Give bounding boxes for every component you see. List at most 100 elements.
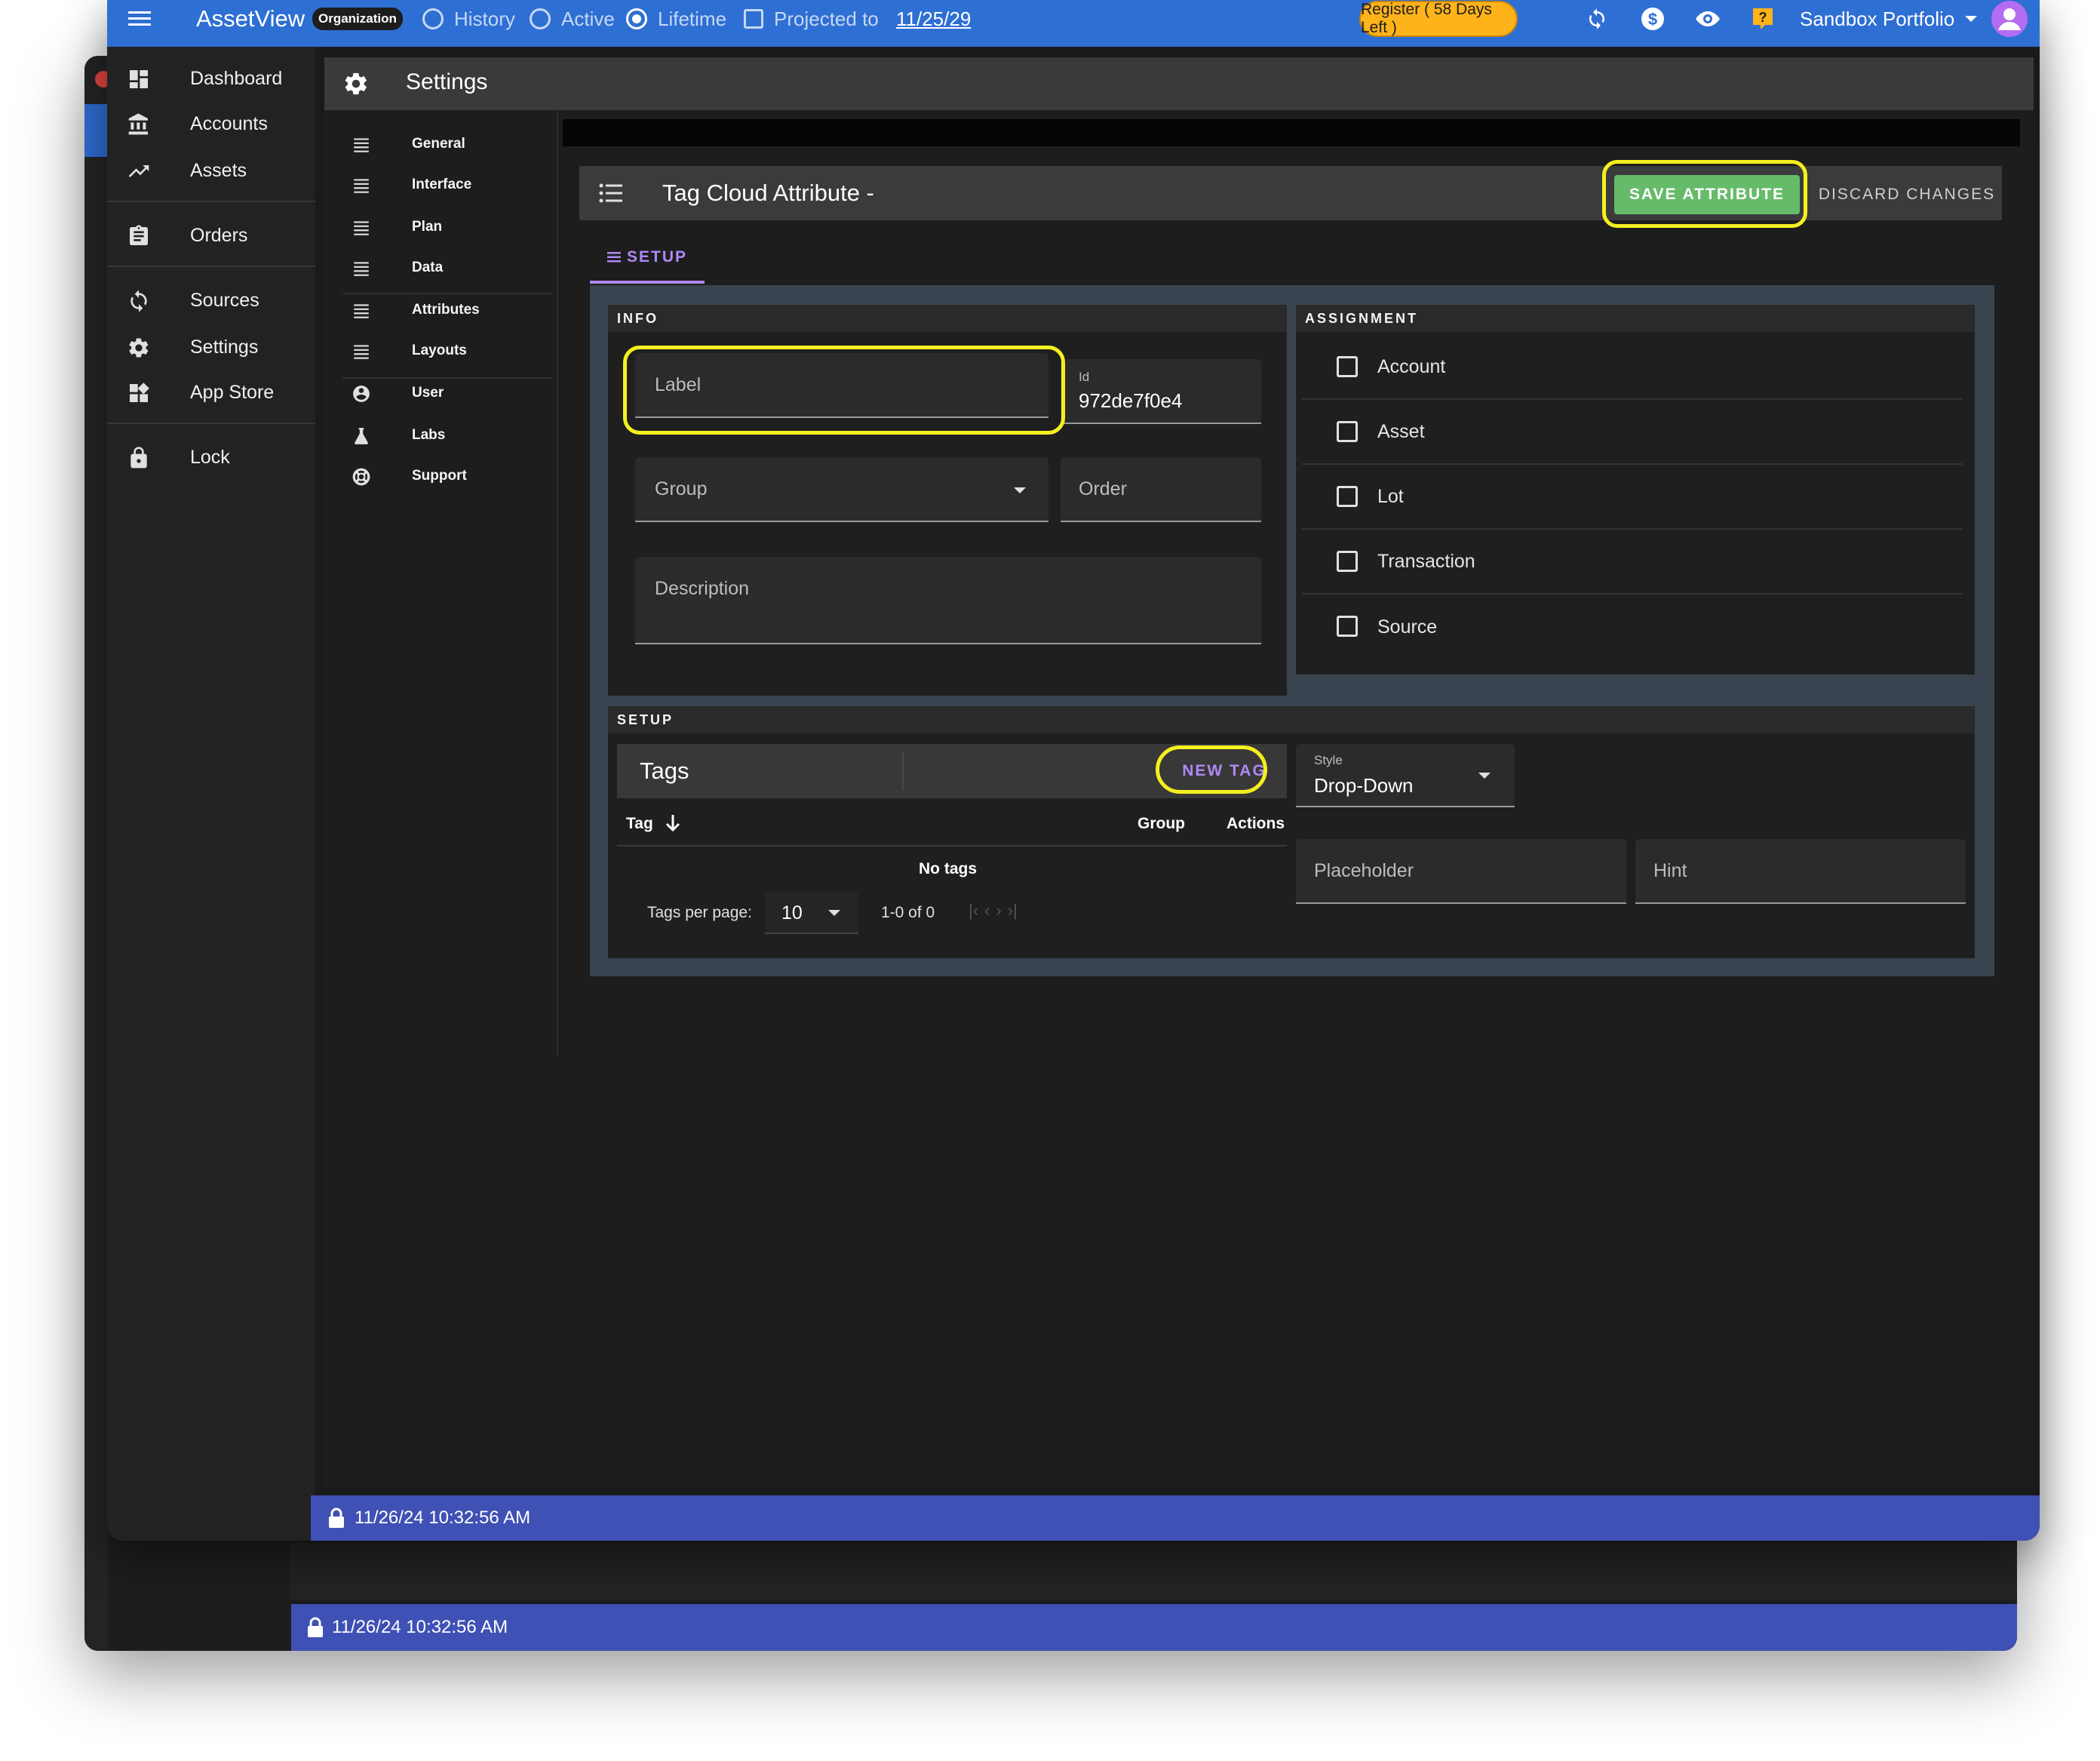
visibility-button[interactable] <box>1694 0 1721 38</box>
clipboard-icon <box>130 225 148 245</box>
sidebar-divider <box>107 201 315 202</box>
settings-menu-label: Layouts <box>412 343 467 358</box>
sidebar: Dashboard Accounts Assets Orders Sources… <box>107 47 315 1541</box>
settings-menu-label: Plan <box>412 219 443 235</box>
history-radio[interactable]: History <box>422 0 515 38</box>
sidebar-item-label: Assets <box>190 159 247 181</box>
active-label: Active <box>561 7 615 30</box>
trending-up-icon <box>128 165 149 177</box>
tab-setup[interactable]: SETUP <box>590 234 705 284</box>
style-select[interactable]: Style Drop-Down <box>1296 744 1515 807</box>
projected-checkbox[interactable]: Projected to <box>744 0 879 38</box>
gear-icon <box>345 72 367 95</box>
dashboard-icon <box>130 70 148 88</box>
settings-menu-label: Labs <box>412 427 446 443</box>
info-card-title: INFO <box>608 305 1287 332</box>
assignment-lot-checkbox[interactable]: Lot <box>1302 465 1963 530</box>
checkbox-icon <box>1337 421 1358 442</box>
list-icon <box>354 138 369 152</box>
settings-menu-general[interactable]: General <box>324 124 551 164</box>
top-bar: AssetView Organization History Active Li… <box>107 0 2040 47</box>
group-select[interactable]: Group <box>635 457 1048 522</box>
sidebar-item-dashboard[interactable]: Dashboard <box>107 56 315 101</box>
assignment-source-checkbox[interactable]: Source <box>1302 595 1963 659</box>
sidebar-item-label: Settings <box>190 336 259 358</box>
next-page-icon[interactable]: › <box>996 901 1001 924</box>
sidebar-item-sources[interactable]: Sources <box>107 278 315 323</box>
settings-menu-attributes[interactable]: Attributes <box>324 290 551 330</box>
projected-date-link[interactable]: 11/25/29 <box>896 0 971 38</box>
radio-selected-icon <box>626 8 647 29</box>
app-title: AssetView <box>196 5 305 32</box>
sidebar-item-assets[interactable]: Assets <box>107 148 315 193</box>
sync-icon <box>130 290 147 312</box>
first-page-icon[interactable]: |‹ <box>969 901 978 924</box>
hint-placeholder: Hint <box>1653 860 1687 881</box>
assignment-account-checkbox[interactable]: Account <box>1302 335 1963 400</box>
settings-menu-data[interactable]: Data <box>324 247 551 288</box>
currency-button[interactable]: $ <box>1640 0 1666 38</box>
settings-header: Settings <box>324 57 2034 110</box>
order-field[interactable]: Order <box>1061 457 1261 522</box>
account-circle-icon <box>353 386 370 402</box>
assignment-transaction-checkbox[interactable]: Transaction <box>1302 530 1963 595</box>
lock-icon[interactable] <box>327 1507 345 1529</box>
sidebar-item-orders[interactable]: Orders <box>107 213 315 258</box>
column-tag[interactable]: Tag <box>626 815 653 833</box>
sidebar-item-lock[interactable]: Lock <box>107 435 315 480</box>
last-page-icon[interactable]: ›| <box>1008 901 1018 924</box>
tab-setup-label: SETUP <box>626 248 687 266</box>
placeholder-field[interactable]: Placeholder <box>1296 839 1626 904</box>
checkbox-label: Source <box>1377 616 1438 638</box>
background-window-selected-item <box>84 104 109 157</box>
user-avatar[interactable] <box>1991 0 2028 38</box>
organization-badge[interactable]: Organization <box>312 8 403 30</box>
description-field[interactable]: Description <box>635 557 1261 644</box>
attribute-title: Tag Cloud Attribute - <box>662 180 874 206</box>
column-group[interactable]: Group <box>1138 815 1185 833</box>
discard-changes-button[interactable]: DISCARD CHANGES <box>1809 175 2005 214</box>
sidebar-item-label: App Store <box>190 381 275 403</box>
arrow-down-icon[interactable] <box>664 813 682 833</box>
settings-menu-layouts[interactable]: Layouts <box>324 330 551 371</box>
svg-text:$: $ <box>1648 10 1657 29</box>
new-tag-highlight <box>1156 745 1267 794</box>
sync-button[interactable] <box>1586 0 1608 38</box>
style-label: Style <box>1314 753 1343 767</box>
widgets-icon <box>130 383 149 402</box>
settings-menu-label: Support <box>412 468 467 484</box>
portfolio-selector[interactable]: Sandbox Portfolio <box>1800 0 1978 38</box>
sidebar-item-settings[interactable]: Settings <box>107 324 315 370</box>
settings-menu-labs[interactable]: Labs <box>324 415 551 456</box>
active-radio[interactable]: Active <box>530 0 615 38</box>
tags-table-header: Tag Group Actions <box>617 800 1287 847</box>
eye-icon <box>1696 11 1720 26</box>
settings-menu-plan[interactable]: Plan <box>324 207 551 247</box>
background-status-timestamp: 11/26/24 10:32:56 AM <box>332 1617 508 1637</box>
order-placeholder: Order <box>1079 478 1127 499</box>
settings-menu-support[interactable]: Support <box>324 456 551 496</box>
prev-page-icon[interactable]: ‹ <box>984 901 990 924</box>
per-page-select[interactable]: 10 <box>765 892 858 934</box>
page-title: Settings <box>406 69 488 94</box>
register-button[interactable]: Register ( 58 Days Left ) <box>1359 1 1518 37</box>
assignment-card: ASSIGNMENT Account Asset Lot Transaction… <box>1296 305 1975 675</box>
sidebar-item-accounts[interactable]: Accounts <box>107 101 315 146</box>
avatar-icon <box>1991 1 2028 37</box>
style-value: Drop-Down <box>1314 774 1414 797</box>
settings-menu-interface[interactable]: Interface <box>324 164 551 205</box>
per-page-value: 10 <box>781 902 803 924</box>
save-button-highlight <box>1602 160 1807 228</box>
sidebar-item-app-store[interactable]: App Store <box>107 370 315 415</box>
settings-menu-user[interactable]: User <box>324 373 551 413</box>
help-button[interactable]: ? <box>1752 0 1774 38</box>
assignment-asset-checkbox[interactable]: Asset <box>1302 400 1963 465</box>
pagination-range: 1-0 of 0 <box>881 904 935 921</box>
checkbox-icon <box>1337 356 1358 377</box>
flask-icon <box>355 428 368 444</box>
lifetime-radio[interactable]: Lifetime <box>626 0 726 38</box>
settings-menu-label: Data <box>412 260 444 275</box>
hint-field[interactable]: Hint <box>1635 839 1966 904</box>
list-bullet-icon[interactable] <box>599 183 623 204</box>
menu-button[interactable] <box>128 0 151 38</box>
